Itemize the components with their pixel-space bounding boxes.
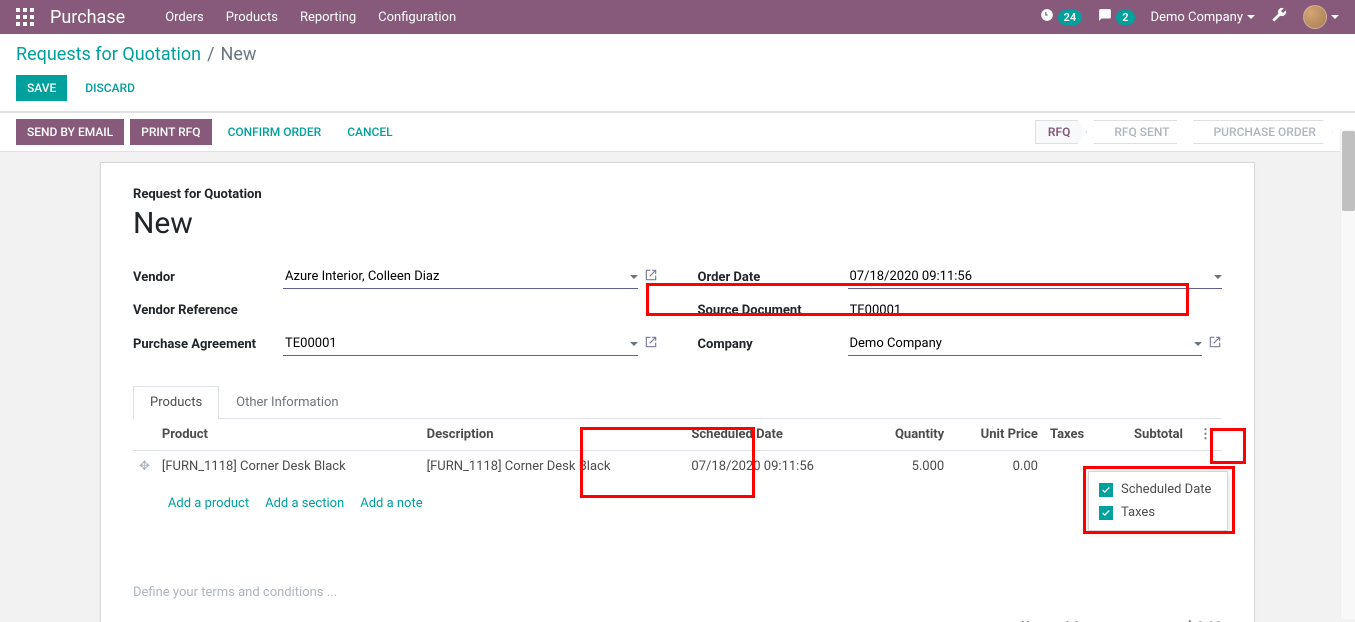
order-date-field[interactable] — [848, 265, 1223, 289]
checkbox-icon — [1099, 506, 1113, 520]
add-note-link[interactable]: Add a note — [360, 496, 422, 511]
breadcrumb: Requests for Quotation / New — [16, 44, 1339, 65]
form-grid: Vendor Vendor Reference Purchase Agreeme… — [133, 265, 1222, 366]
th-unit-price: Unit Price — [950, 419, 1044, 451]
top-nav: Orders Products Reporting Configuration — [165, 10, 456, 25]
send-email-button[interactable]: SEND BY EMAIL — [16, 119, 124, 145]
topbar: Purchase Orders Products Reporting Confi… — [0, 0, 1355, 34]
sheet-title: New — [133, 206, 1222, 241]
table-row[interactable]: ✥ [FURN_1118] Corner Desk Black [FURN_11… — [133, 451, 1222, 483]
nav-reporting[interactable]: Reporting — [300, 10, 356, 25]
message-count: 2 — [1116, 10, 1134, 25]
avatar — [1303, 5, 1327, 29]
external-link-icon[interactable] — [644, 335, 658, 353]
cancel-button[interactable]: CANCEL — [337, 120, 402, 144]
th-description: Description — [421, 419, 686, 451]
action-bar: SEND BY EMAIL PRINT RFQ CONFIRM ORDER CA… — [0, 112, 1355, 152]
optional-columns-icon[interactable]: ⋮ — [1195, 427, 1216, 442]
sheet-title-label: Request for Quotation — [133, 187, 1222, 202]
optional-columns-dropdown: Scheduled Date Taxes — [1088, 471, 1228, 531]
th-subtotal: Subtotal — [1107, 419, 1189, 451]
company-name: Demo Company — [1151, 10, 1243, 25]
apps-icon[interactable] — [16, 8, 34, 26]
source-document-label: Source Document — [698, 303, 848, 318]
vendor-ref-label: Vendor Reference — [133, 303, 283, 318]
tab-other-information[interactable]: Other Information — [219, 386, 355, 418]
breadcrumb-parent[interactable]: Requests for Quotation — [16, 44, 201, 65]
discard-button[interactable]: DISCARD — [75, 75, 145, 101]
order-date-label: Order Date — [698, 270, 848, 285]
company-selector[interactable]: Demo Company — [1151, 10, 1255, 25]
app-name: Purchase — [50, 7, 125, 28]
control-panel: Requests for Quotation / New SAVE DISCAR… — [0, 34, 1355, 112]
option-scheduled-date[interactable]: Scheduled Date — [1099, 478, 1217, 501]
cell-description[interactable]: [FURN_1118] Corner Desk Black — [421, 451, 686, 483]
terms-placeholder[interactable]: Define your terms and conditions ... — [133, 525, 1222, 610]
cell-product[interactable]: [FURN_1118] Corner Desk Black — [156, 451, 421, 483]
vendor-field[interactable] — [283, 265, 638, 289]
save-button[interactable]: SAVE — [16, 75, 67, 101]
messages-button[interactable]: 2 — [1098, 8, 1134, 26]
status-rfq-sent[interactable]: RFQ SENT — [1093, 120, 1186, 144]
cell-quantity[interactable]: 5.000 — [867, 451, 950, 483]
vendor-ref-field[interactable] — [283, 299, 658, 322]
nav-configuration[interactable]: Configuration — [378, 10, 456, 25]
option-label: Taxes — [1121, 505, 1155, 520]
breadcrumb-sep: / — [207, 44, 214, 65]
form-sheet: Request for Quotation New Vendor Vendor … — [100, 162, 1255, 622]
status-bar: RFQ RFQ SENT PURCHASE ORDER — [1035, 120, 1339, 144]
scrollbar[interactable] — [1340, 129, 1355, 619]
th-product: Product — [156, 419, 421, 451]
external-link-icon[interactable] — [1208, 335, 1222, 353]
clock-icon — [1040, 8, 1054, 26]
cell-unit-price[interactable]: 0.00 — [950, 451, 1044, 483]
debug-icon[interactable] — [1271, 7, 1287, 27]
caret-down-icon — [1247, 15, 1255, 19]
nav-orders[interactable]: Orders — [165, 10, 204, 25]
th-quantity: Quantity — [867, 419, 950, 451]
vendor-label: Vendor — [133, 270, 283, 285]
checkbox-icon — [1099, 483, 1113, 497]
move-handle-icon[interactable]: ✥ — [133, 451, 156, 483]
add-section-link[interactable]: Add a section — [265, 496, 344, 511]
activities-button[interactable]: 24 — [1040, 8, 1083, 26]
activity-count: 24 — [1058, 10, 1083, 25]
company-label: Company — [698, 337, 848, 352]
breadcrumb-current: New — [221, 44, 257, 65]
option-label: Scheduled Date — [1121, 482, 1211, 497]
purchase-agreement-label: Purchase Agreement — [133, 337, 283, 352]
print-rfq-button[interactable]: PRINT RFQ — [130, 119, 211, 145]
th-taxes: Taxes — [1044, 419, 1107, 451]
order-lines-table: Product Description Scheduled Date Quant… — [133, 419, 1222, 525]
external-link-icon[interactable] — [644, 268, 658, 286]
option-taxes[interactable]: Taxes — [1099, 501, 1217, 524]
company-field[interactable] — [848, 332, 1203, 356]
chat-icon — [1098, 8, 1112, 26]
confirm-order-button[interactable]: CONFIRM ORDER — [218, 120, 332, 144]
add-product-link[interactable]: Add a product — [168, 496, 249, 511]
nav-products[interactable]: Products — [226, 10, 278, 25]
source-document-field[interactable] — [848, 299, 1223, 322]
cell-scheduled-date[interactable]: 07/18/2020 09:11:56 — [685, 451, 867, 483]
th-scheduled-date: Scheduled Date — [685, 419, 867, 451]
status-purchase-order[interactable]: PURCHASE ORDER — [1193, 120, 1334, 144]
sheet-wrapper: Request for Quotation New Vendor Vendor … — [0, 152, 1355, 622]
scrollbar-thumb[interactable] — [1342, 131, 1355, 211]
caret-down-icon — [1331, 15, 1339, 19]
purchase-agreement-field[interactable] — [283, 332, 638, 356]
status-rfq[interactable]: RFQ — [1035, 120, 1088, 144]
tab-products[interactable]: Products — [133, 386, 219, 419]
tabs: Products Other Information — [133, 386, 1222, 419]
user-menu[interactable] — [1303, 5, 1339, 29]
